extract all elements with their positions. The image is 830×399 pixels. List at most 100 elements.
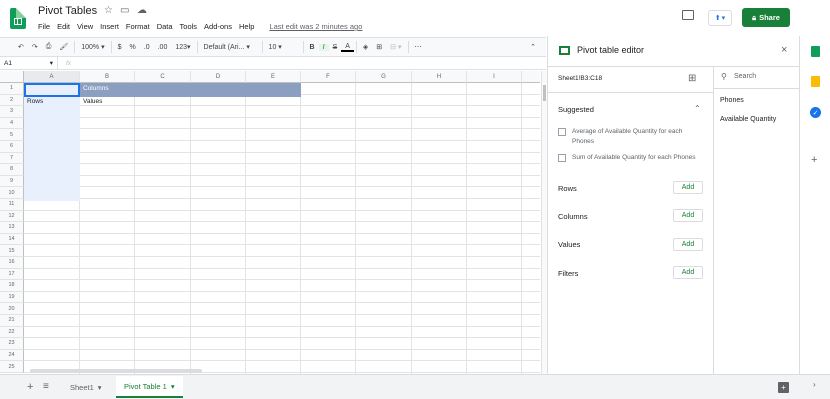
star-icon[interactable]: ☆	[104, 5, 113, 16]
row-header[interactable]: 15	[0, 245, 24, 257]
cell-b2[interactable]: Values	[83, 98, 102, 105]
field-available-quantity[interactable]: Available Quantity	[720, 116, 776, 123]
active-cell-a1[interactable]	[24, 83, 80, 97]
bold-button[interactable]: B	[306, 44, 319, 51]
add-sheet-icon[interactable]: +	[27, 381, 33, 393]
row-header[interactable]: 23	[0, 338, 24, 350]
font-size-select[interactable]: 10 ▾	[265, 43, 301, 51]
field-phones[interactable]: Phones	[720, 97, 744, 104]
suggestion-sum[interactable]: Sum of Available Quantity for each Phone…	[572, 153, 702, 163]
row-header[interactable]: 25	[0, 361, 24, 373]
collapse-toolbar-icon[interactable]: ⌃	[526, 43, 540, 51]
menu-tools[interactable]: Tools	[180, 22, 198, 31]
row-header[interactable]: 1	[0, 83, 24, 95]
sheets-app-icon[interactable]	[811, 46, 820, 57]
menu-data[interactable]: Data	[157, 22, 173, 31]
menu-insert[interactable]: Insert	[100, 22, 119, 31]
decrease-decimal-button[interactable]: .0	[140, 44, 154, 51]
scroll-thumb[interactable]	[543, 85, 546, 101]
text-color-button[interactable]: A	[341, 43, 354, 52]
select-all-corner[interactable]	[0, 71, 24, 83]
document-title[interactable]: Pivot Tables	[38, 5, 97, 17]
row-header[interactable]: 8	[0, 164, 24, 176]
spreadsheet-grid[interactable]: A B C D E F G H I 1 2 3 4 5 6 7 8 9 10 11 12 13 14 15 1…	[0, 71, 540, 374]
row-header[interactable]: 14	[0, 233, 24, 246]
comments-icon[interactable]	[682, 10, 694, 20]
row-header[interactable]: 16	[0, 257, 24, 269]
row-header[interactable]: 3	[0, 106, 24, 118]
column-header-j[interactable]	[522, 71, 540, 83]
row-header[interactable]: 20	[0, 303, 24, 315]
strikethrough-button[interactable]: S	[329, 44, 342, 51]
filters-add-button[interactable]: Add	[673, 266, 703, 279]
column-header-e[interactable]: E	[246, 71, 301, 83]
row-header[interactable]: 13	[0, 222, 24, 234]
row-header[interactable]: 9	[0, 175, 24, 188]
menu-help[interactable]: Help	[239, 22, 254, 31]
row-header[interactable]: 2	[0, 94, 24, 107]
font-select[interactable]: Default (Ari... ▾	[200, 43, 260, 51]
field-search-input[interactable]: Search	[734, 73, 756, 80]
print-icon[interactable]: ⎙	[42, 43, 56, 51]
rows-add-button[interactable]: Add	[673, 181, 703, 194]
column-header-g[interactable]: G	[356, 71, 412, 83]
tab-pivot-table-1[interactable]: Pivot Table 1 ▾	[116, 376, 183, 398]
close-icon[interactable]: ×	[781, 44, 787, 56]
horizontal-scrollbar[interactable]	[30, 369, 202, 373]
row-header[interactable]: 12	[0, 210, 24, 223]
merge-cells-icon[interactable]: ⊟ ▾	[386, 43, 405, 51]
redo-icon[interactable]: ↷	[28, 43, 42, 51]
fill-color-icon[interactable]: ◈	[359, 43, 372, 51]
percent-button[interactable]: %	[126, 44, 140, 51]
row-header[interactable]: 6	[0, 141, 24, 153]
menu-format[interactable]: Format	[126, 22, 150, 31]
all-sheets-icon[interactable]: ≡	[43, 381, 49, 392]
column-header-d[interactable]: D	[191, 71, 246, 83]
column-header-a[interactable]: A	[24, 71, 80, 83]
cell-b1[interactable]: Columns	[83, 85, 109, 92]
column-header-i[interactable]: I	[467, 71, 522, 83]
italic-button[interactable]: I	[318, 43, 329, 51]
keep-icon[interactable]	[811, 76, 820, 87]
tasks-icon[interactable]: ✓	[810, 107, 821, 118]
more-formats-button[interactable]: 123▾	[171, 43, 194, 51]
undo-icon[interactable]: ↶	[14, 43, 28, 51]
row-header[interactable]: 7	[0, 152, 24, 165]
more-button[interactable]: ⋯	[411, 43, 426, 51]
row-header[interactable]: 17	[0, 268, 24, 281]
row-header[interactable]: 24	[0, 349, 24, 362]
columns-add-button[interactable]: Add	[673, 209, 703, 222]
paint-format-icon[interactable]: 🖌︎	[55, 43, 72, 51]
increase-decimal-button[interactable]: .00	[154, 44, 172, 51]
chevron-up-icon[interactable]: ⌃	[694, 104, 701, 113]
share-button[interactable]: 🔒︎ Share	[742, 8, 790, 27]
explore-icon[interactable]: +	[778, 382, 789, 393]
menu-addons[interactable]: Add-ons	[204, 22, 232, 31]
last-edit-link[interactable]: Last edit was 2 minutes ago	[269, 22, 362, 31]
present-button[interactable]: ⬆ ▾	[708, 10, 732, 26]
row-header[interactable]: 22	[0, 326, 24, 339]
suggestion-average[interactable]: Average of Available Quantity for each P…	[572, 127, 702, 147]
values-add-button[interactable]: Add	[673, 238, 703, 251]
menu-edit[interactable]: Edit	[57, 22, 70, 31]
menu-view[interactable]: View	[77, 22, 93, 31]
get-addons-icon[interactable]: +	[811, 154, 817, 166]
row-header[interactable]: 19	[0, 291, 24, 304]
row-header[interactable]: 4	[0, 117, 24, 130]
row-header[interactable]: 10	[0, 187, 24, 199]
column-header-f[interactable]: F	[301, 71, 356, 83]
expand-panel-icon[interactable]: ›	[813, 380, 816, 389]
name-box[interactable]: A1 ▾	[0, 56, 58, 70]
move-folder-icon[interactable]: ▭	[120, 5, 129, 16]
select-range-icon[interactable]: ⊞	[688, 73, 696, 84]
zoom-select[interactable]: 100% ▾	[77, 43, 108, 51]
cell-a2[interactable]: Rows	[27, 98, 43, 105]
row-header[interactable]: 5	[0, 129, 24, 141]
borders-icon[interactable]: ⊞	[372, 43, 386, 51]
column-header-c[interactable]: C	[135, 71, 191, 83]
sheets-logo-icon[interactable]	[10, 8, 26, 29]
row-header[interactable]: 11	[0, 199, 24, 211]
currency-button[interactable]: $	[114, 44, 126, 51]
column-header-h[interactable]: H	[412, 71, 467, 83]
tab-sheet1[interactable]: Sheet1 ▾	[62, 376, 110, 398]
